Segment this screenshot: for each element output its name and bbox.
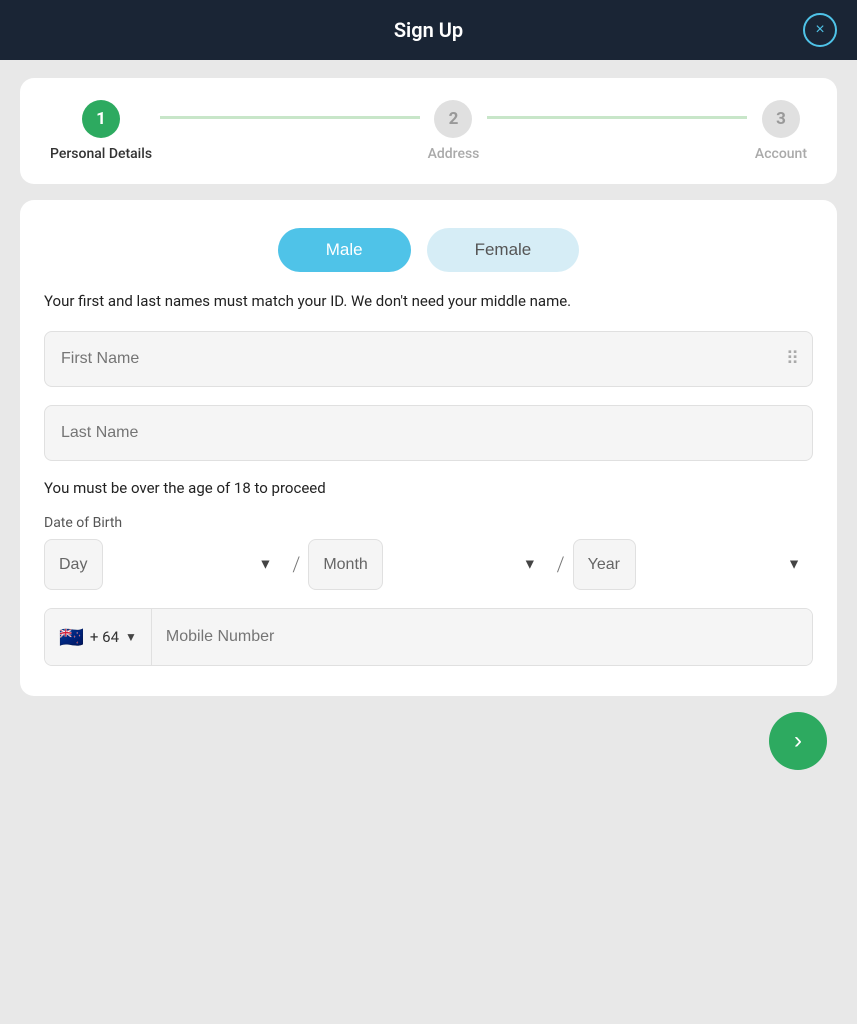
day-select[interactable]: Day bbox=[44, 539, 103, 590]
last-name-input[interactable] bbox=[44, 405, 813, 461]
nz-flag-icon: 🇳🇿 bbox=[59, 625, 84, 649]
step-3-label: Account bbox=[755, 146, 807, 162]
year-select[interactable]: Year bbox=[573, 539, 636, 590]
month-select-wrapper: Month ▼ bbox=[308, 539, 548, 590]
day-chevron-icon: ▼ bbox=[259, 556, 273, 573]
slash-1: / bbox=[292, 552, 300, 576]
form-card: Male Female Your first and last names mu… bbox=[20, 200, 837, 696]
name-info-text: Your first and last names must match you… bbox=[44, 290, 813, 313]
female-button[interactable]: Female bbox=[427, 228, 580, 272]
next-arrow-icon: › bbox=[794, 727, 802, 755]
phone-code-chevron-icon: ▼ bbox=[125, 630, 137, 644]
next-button[interactable]: › bbox=[769, 712, 827, 770]
step-2-label: Address bbox=[428, 146, 480, 162]
content-area: 1 Personal Details 2 Address 3 Account M… bbox=[0, 60, 857, 788]
slash-2: / bbox=[557, 552, 565, 576]
phone-row: 🇳🇿 + 64 ▼ bbox=[44, 608, 813, 666]
step-line-1 bbox=[160, 116, 420, 119]
step-line-2 bbox=[487, 116, 747, 119]
steps-card: 1 Personal Details 2 Address 3 Account bbox=[20, 78, 837, 184]
first-name-input[interactable] bbox=[44, 331, 813, 387]
age-info-text: You must be over the age of 18 to procee… bbox=[44, 479, 813, 497]
month-chevron-icon: ▼ bbox=[523, 556, 537, 573]
step-1-label: Personal Details bbox=[50, 146, 152, 162]
step-3: 3 Account bbox=[755, 100, 807, 162]
dob-label: Date of Birth bbox=[44, 515, 813, 531]
page-title: Sign Up bbox=[394, 18, 463, 42]
step-3-circle: 3 bbox=[762, 100, 800, 138]
step-1-circle: 1 bbox=[82, 100, 120, 138]
close-button[interactable]: × bbox=[803, 13, 837, 47]
phone-flag-section[interactable]: 🇳🇿 + 64 ▼ bbox=[45, 609, 152, 665]
phone-code: + 64 bbox=[90, 628, 119, 646]
keyboard-icon: ⠿ bbox=[786, 348, 799, 369]
day-select-wrapper: Day ▼ bbox=[44, 539, 284, 590]
step-2-circle: 2 bbox=[434, 100, 472, 138]
dob-row: Day ▼ / Month ▼ / Year ▼ bbox=[44, 539, 813, 590]
month-select[interactable]: Month bbox=[308, 539, 383, 590]
header: Sign Up × bbox=[0, 0, 857, 60]
year-select-wrapper: Year ▼ bbox=[573, 539, 813, 590]
year-chevron-icon: ▼ bbox=[787, 556, 801, 573]
step-2: 2 Address bbox=[428, 100, 480, 162]
gender-toggle: Male Female bbox=[44, 228, 813, 272]
male-button[interactable]: Male bbox=[278, 228, 411, 272]
next-button-area: › bbox=[20, 712, 837, 770]
last-name-wrapper bbox=[44, 405, 813, 461]
mobile-number-input[interactable] bbox=[152, 609, 812, 665]
step-1: 1 Personal Details bbox=[50, 100, 152, 162]
first-name-wrapper: ⠿ bbox=[44, 331, 813, 387]
